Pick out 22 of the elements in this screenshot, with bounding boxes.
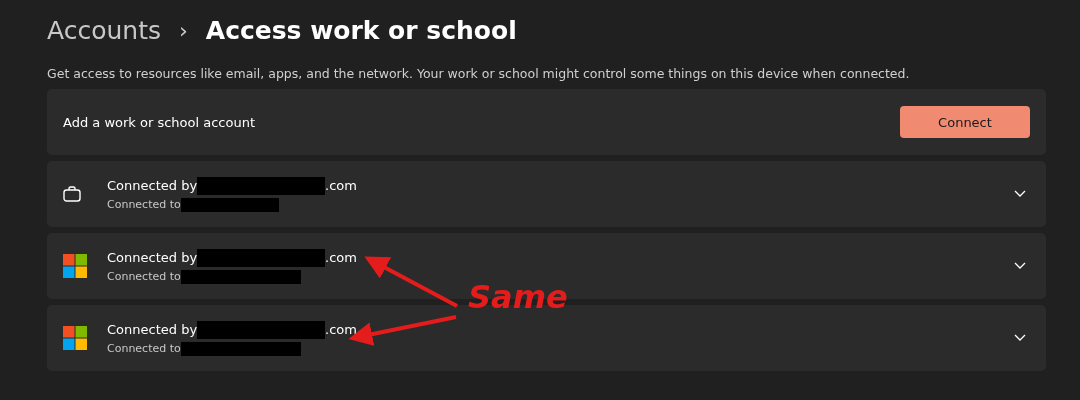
account-domain: .com bbox=[325, 178, 357, 193]
add-account-label: Add a work or school account bbox=[63, 114, 257, 130]
account-title: Connected by bbox=[107, 178, 198, 193]
account-subtitle: Connected to bbox=[107, 342, 181, 355]
description-text: Get access to resources like email, apps, and the network. Your work or school might control some things on this device when connected. bbox=[47, 66, 911, 81]
microsoft-logo-icon bbox=[63, 326, 87, 350]
chevron-down-icon bbox=[1014, 334, 1026, 342]
briefcase-icon bbox=[63, 186, 81, 202]
account-subtitle: Connected to bbox=[107, 270, 181, 283]
breadcrumb-separator: › bbox=[178, 17, 188, 43]
microsoft-logo-icon bbox=[63, 254, 87, 278]
connect-button[interactable]: Connect bbox=[900, 106, 1030, 138]
account-card[interactable]: Connected by .com Connected to bbox=[47, 161, 1046, 227]
account-title: Connected by bbox=[107, 322, 198, 337]
breadcrumb-link[interactable]: Accounts bbox=[47, 15, 161, 45]
account-title: Connected by bbox=[107, 250, 198, 265]
account-subtitle: Connected to bbox=[107, 198, 181, 211]
account-domain: .com bbox=[325, 322, 357, 337]
page-title: Access work or school bbox=[205, 15, 517, 45]
chevron-down-icon bbox=[1014, 190, 1026, 198]
account-domain: .com bbox=[325, 250, 357, 265]
chevron-down-icon bbox=[1014, 262, 1026, 270]
